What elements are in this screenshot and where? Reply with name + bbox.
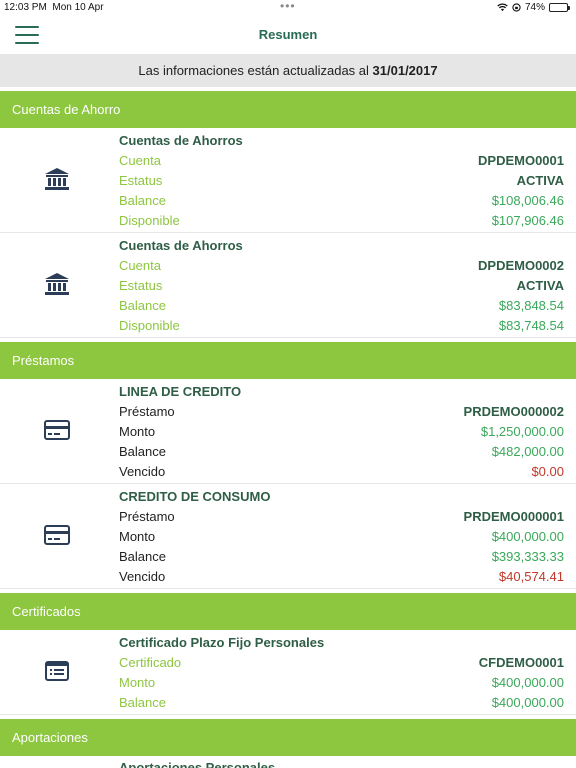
bank-icon xyxy=(44,271,70,297)
certificate-account-card[interactable]: Certificado Plazo Fijo Personales Certif… xyxy=(0,630,576,715)
update-banner: Las informaciones están actualizadas al … xyxy=(0,54,576,87)
savings-account-card[interactable]: Cuentas de Ahorros Cuenta DPDEMO0001 Esta… xyxy=(0,128,576,233)
account-name: CREDITO DE CONSUMO xyxy=(119,489,271,504)
battery-percent: 74% xyxy=(524,2,545,13)
account-row-estatus: Estatus ACTIVA xyxy=(119,172,564,188)
account-row-cuenta: Cuenta DPDEMO0001 xyxy=(119,152,564,168)
status-time: 12:03 PM Mon 10 Apr xyxy=(4,2,104,13)
account-name: Cuentas de Ahorros xyxy=(119,133,243,148)
account-row-balance: Balance $108,006.46 xyxy=(119,192,564,208)
orientation-lock-icon xyxy=(512,3,521,12)
page-title: Resumen xyxy=(258,27,318,42)
loan-row-balance: Balance $393,333.33 xyxy=(119,548,564,564)
battery-icon xyxy=(549,3,570,12)
list-card-icon xyxy=(44,658,70,684)
loan-account-card[interactable]: CREDITO DE CONSUMO Préstamo PRDEMO000001 … xyxy=(0,484,576,589)
savings-account-card[interactable]: Cuentas de Ahorros Cuenta DPDEMO0002 Esta… xyxy=(0,233,576,338)
bank-icon xyxy=(44,166,70,192)
account-name: Cuentas de Ahorros xyxy=(119,238,243,253)
section-header-aportaciones: Aportaciones xyxy=(0,719,576,756)
account-name: Aportaciones Personales xyxy=(119,760,276,768)
account-row-estatus: Estatus ACTIVA xyxy=(119,277,564,293)
update-banner-date: 31/01/2017 xyxy=(372,63,438,78)
wifi-icon xyxy=(497,3,508,12)
loan-row-balance: Balance $482,000.00 xyxy=(119,443,564,459)
loan-row-vencido: Vencido $40,574.41 xyxy=(119,568,564,584)
credit-card-icon xyxy=(44,522,70,548)
credit-card-icon xyxy=(44,417,70,443)
loan-row-prestamo: Préstamo PRDEMO000002 xyxy=(119,403,564,419)
loan-row-monto: Monto $400,000.00 xyxy=(119,528,564,544)
section-header-prestamos: Préstamos xyxy=(0,342,576,379)
account-row-balance: Balance $83,848.54 xyxy=(119,297,564,313)
update-banner-text: Las informaciones están actualizadas al xyxy=(138,63,373,78)
section-header-ahorro: Cuentas de Ahorro xyxy=(0,91,576,128)
status-bar: 12:03 PM Mon 10 Apr ••• 74% xyxy=(0,0,576,14)
loan-row-vencido: Vencido $0.00 xyxy=(119,463,564,479)
loan-account-card[interactable]: LINEA DE CREDITO Préstamo PRDEMO000002 Mo… xyxy=(0,379,576,484)
account-row-disponible: Disponible $83,748.54 xyxy=(119,317,564,333)
navigation-bar: Resumen xyxy=(0,14,576,54)
status-indicators: 74% xyxy=(497,2,570,13)
certificate-row-monto: Monto $400,000.00 xyxy=(119,674,564,690)
account-name: Certificado Plazo Fijo Personales xyxy=(119,635,325,650)
account-name: LINEA DE CREDITO xyxy=(119,384,242,399)
multitasking-dots-icon: ••• xyxy=(280,0,296,13)
certificate-row-balance: Balance $400,000.00 xyxy=(119,694,564,710)
loan-row-monto: Monto $1,250,000.00 xyxy=(119,423,564,439)
certificate-row-certificado: Certificado CFDEMO0001 xyxy=(119,654,564,670)
loan-row-prestamo: Préstamo PRDEMO000001 xyxy=(119,508,564,524)
section-header-certificados: Certificados xyxy=(0,593,576,630)
contribution-account-card[interactable]: Aportaciones Personales xyxy=(0,756,576,768)
account-row-disponible: Disponible $107,906.46 xyxy=(119,212,564,228)
account-row-cuenta: Cuenta DPDEMO0002 xyxy=(119,257,564,273)
